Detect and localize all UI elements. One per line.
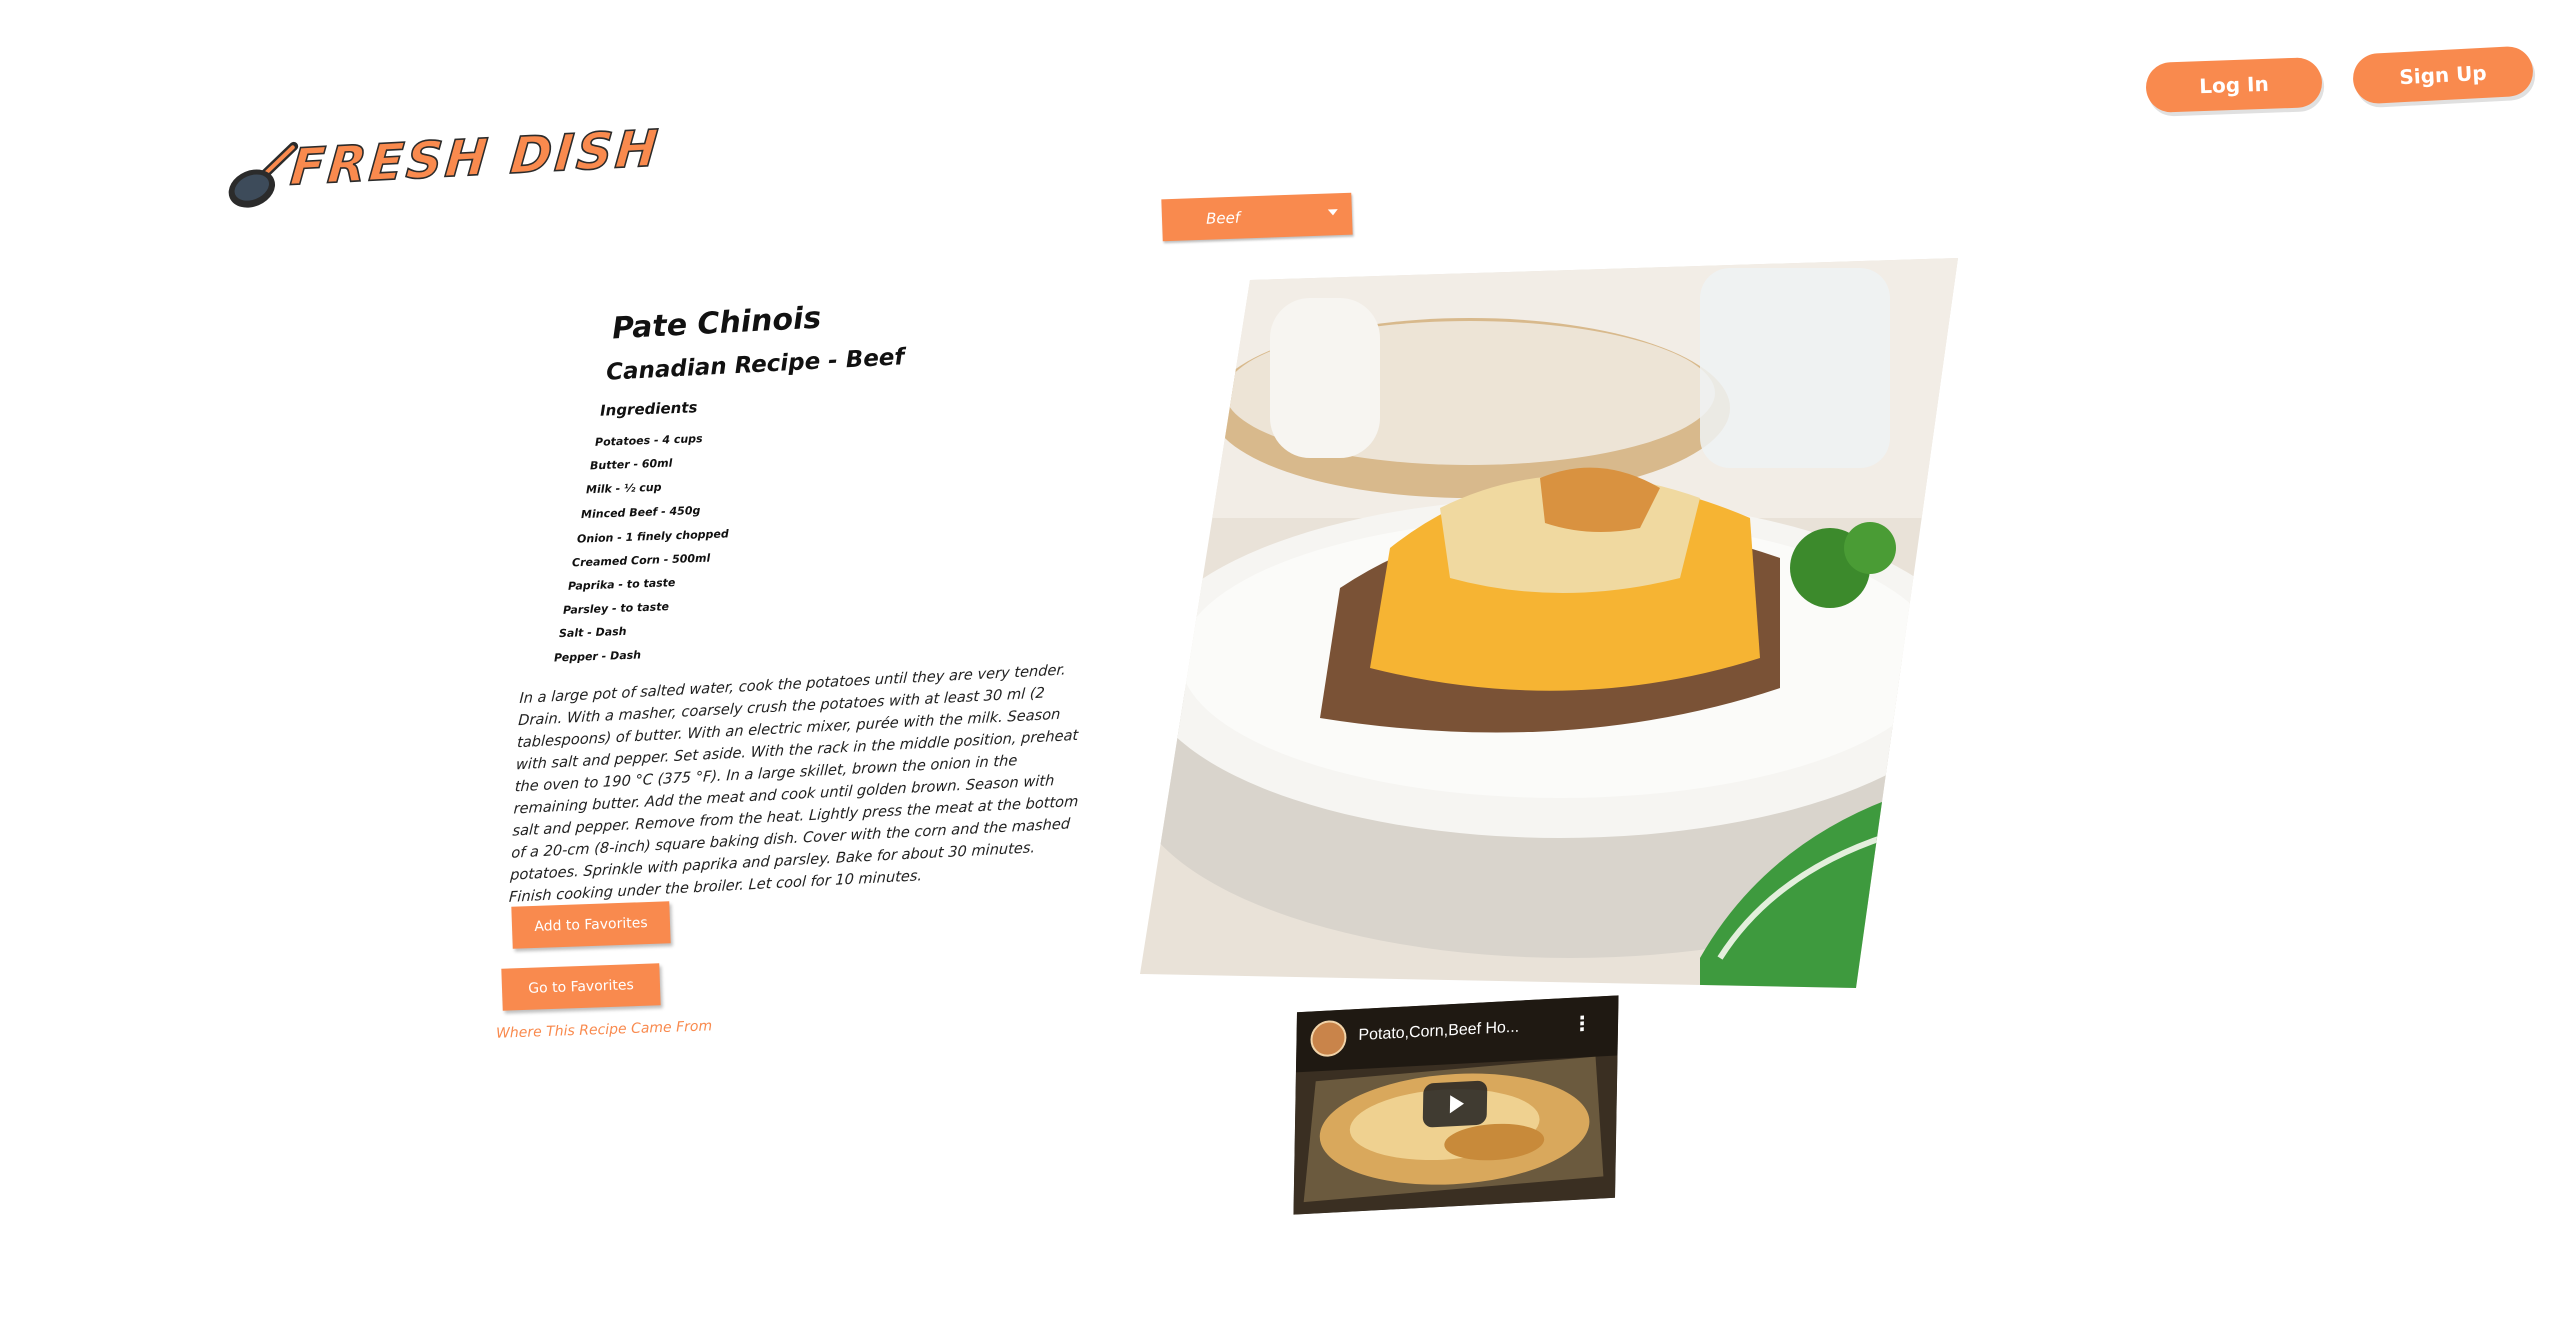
video-player[interactable]: Potato,Corn,Beef Ho... ⋮	[1293, 995, 1619, 1215]
ingredient-item: Minced Beef - 450g	[580, 503, 701, 522]
play-icon	[1449, 1094, 1465, 1114]
recipe-image	[1140, 258, 1958, 988]
recipe-title: Pate Chinois	[611, 300, 822, 347]
ingredient-item: Creamed Corn - 500ml	[571, 551, 711, 570]
ingredient-item: Pepper - Dash	[553, 648, 642, 665]
login-button[interactable]: Log In	[2145, 56, 2323, 114]
add-to-favorites-button[interactable]: Add to Favorites	[511, 901, 671, 949]
caret-down-icon	[1327, 209, 1338, 216]
ingredient-item: Salt - Dash	[558, 624, 627, 641]
logo-text: FRESH DISH	[287, 118, 663, 197]
recipe-instructions: In a large pot of salted water, cook the…	[508, 661, 1079, 906]
ingredients-heading: Ingredients	[599, 398, 698, 420]
play-button[interactable]	[1422, 1080, 1488, 1128]
more-options-icon[interactable]: ⋮	[1572, 1011, 1592, 1036]
recipe-source-link[interactable]: Where This Recipe Came From	[496, 1018, 713, 1042]
signup-button[interactable]: Sign Up	[2351, 45, 2535, 105]
ingredient-item: Paprika - to taste	[567, 576, 676, 593]
ingredient-item: Parsley - to taste	[562, 600, 670, 617]
recipe-subtitle: Canadian Recipe - Beef	[605, 344, 906, 386]
category-select-value: Beef	[1205, 208, 1241, 228]
ingredient-item: Onion - 1 finely chopped	[576, 527, 729, 546]
go-to-favorites-button[interactable]: Go to Favorites	[501, 963, 661, 1011]
ingredient-item: Potatoes - 4 cups	[594, 432, 703, 449]
ingredient-item: Butter - 60ml	[589, 456, 673, 473]
ingredient-item: Milk - ½ cup	[585, 480, 662, 497]
category-select[interactable]: Beef	[1161, 192, 1353, 242]
logo[interactable]: FRESH DISH	[223, 118, 664, 218]
